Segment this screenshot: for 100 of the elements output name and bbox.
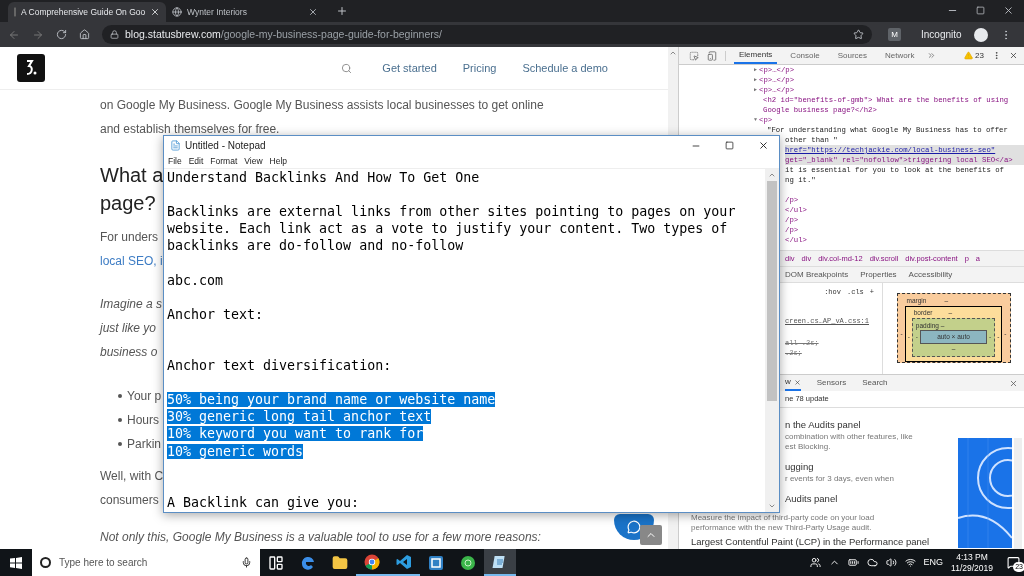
body-text: consumers xyxy=(100,492,159,509)
close-icon[interactable] xyxy=(758,140,769,151)
drawer-tab[interactable]: Search xyxy=(862,375,888,391)
inspect-icon[interactable] xyxy=(689,50,699,61)
feature-description: est Blocking. xyxy=(785,442,831,452)
logo-icon[interactable] xyxy=(17,54,45,82)
edge-icon[interactable] xyxy=(300,554,316,571)
sidebar-tab[interactable]: Properties xyxy=(860,268,897,281)
maximize-icon[interactable] xyxy=(725,141,734,150)
browser-tab[interactable]: Wynter Interiors xyxy=(166,2,324,22)
taskbar-search-field[interactable]: Type here to search xyxy=(59,555,233,570)
devtools-tab[interactable]: Network xyxy=(880,47,920,64)
scroll-up-icon[interactable] xyxy=(669,49,677,57)
drawer-tab[interactable]: Sensors xyxy=(816,375,847,391)
device-icon[interactable] xyxy=(707,50,717,61)
menu-item[interactable]: Format xyxy=(210,155,238,168)
close-icon[interactable] xyxy=(1003,5,1014,16)
warning-icon xyxy=(964,51,974,60)
scrollbar[interactable] xyxy=(1014,438,1022,549)
wifi-icon[interactable] xyxy=(904,557,916,568)
list-item-text: Parkin xyxy=(127,436,161,453)
menu-icon[interactable] xyxy=(992,51,1001,60)
microphone-icon[interactable] xyxy=(241,557,252,568)
tab-title: Wynter Interiors xyxy=(187,5,248,19)
bullet-icon xyxy=(118,442,122,446)
browser-tab[interactable]: A Comprehensive Guide On Goo xyxy=(8,2,166,22)
body-text: For unders xyxy=(100,229,159,246)
scroll-down-icon[interactable] xyxy=(768,502,776,510)
taskbar-app[interactable] xyxy=(484,549,516,576)
feature-title[interactable]: Audits panel xyxy=(785,492,958,506)
clock-time[interactable]: 4:13 PM xyxy=(956,551,988,563)
search-icon xyxy=(40,557,51,568)
windows-start-icon[interactable] xyxy=(10,556,22,569)
devtools-tab[interactable]: Console xyxy=(785,47,825,64)
list-item-text: Your p xyxy=(127,388,162,405)
body-text: Well, with C xyxy=(100,468,164,485)
tab-title: A Comprehensive Guide On Goo xyxy=(21,5,146,19)
body-text: and establish themselves for free. xyxy=(100,121,280,138)
nav-link[interactable]: Get started xyxy=(382,59,437,77)
feature-title[interactable]: n the Audits panel xyxy=(785,418,958,432)
extension-button[interactable]: M xyxy=(888,28,901,41)
app-icon[interactable] xyxy=(428,554,444,571)
close-icon[interactable] xyxy=(1009,51,1018,60)
devtools-tab[interactable]: Elements xyxy=(734,47,778,64)
search-icon[interactable] xyxy=(341,62,353,74)
url-text: blog.statusbrew.com/google-my-business-page-guide-for-beginners/ xyxy=(125,26,442,42)
home-icon[interactable] xyxy=(79,29,90,40)
feature-description: Measure the impact of third-party code on your load xyxy=(691,513,875,523)
menu-item[interactable]: Help xyxy=(269,155,288,168)
battery-icon[interactable] xyxy=(847,557,859,568)
cloud-icon[interactable] xyxy=(866,557,878,568)
feature-description: performance with the new Third-Party Usage audit. xyxy=(691,523,872,533)
folder-icon[interactable] xyxy=(332,554,348,571)
taskbar-search-box[interactable]: Type here to search xyxy=(32,549,260,576)
incognito-label: Incognito xyxy=(921,28,962,42)
devtools-tab[interactable]: Sources xyxy=(832,47,873,64)
menu-item[interactable]: Edit xyxy=(188,155,204,168)
bullet-icon xyxy=(118,418,122,422)
menu-item[interactable]: View xyxy=(244,155,263,168)
people-icon[interactable] xyxy=(809,557,821,568)
code-editor-icon[interactable] xyxy=(396,553,412,570)
close-icon[interactable] xyxy=(308,7,318,17)
address-field[interactable]: blog.statusbrew.com/google-my-business-page-guide-for-beginners/ xyxy=(102,25,872,44)
feature-description: combination with other features, like xyxy=(785,432,913,442)
clock-date[interactable]: 11/29/2019 xyxy=(951,562,993,574)
italic-text: Imagine a s xyxy=(100,296,163,313)
avatar-icon[interactable] xyxy=(973,27,988,42)
scrollbar[interactable] xyxy=(765,169,779,512)
bookmark-star-icon[interactable] xyxy=(853,29,864,40)
chat-icon xyxy=(627,520,641,534)
italic-text: just like yo xyxy=(100,320,157,337)
text-link[interactable]: local SEO, i xyxy=(100,249,163,273)
notepad-icon[interactable] xyxy=(492,553,508,570)
italic-text: business o xyxy=(100,344,158,361)
list-item-text: Hours xyxy=(127,412,159,429)
new-tab-icon[interactable] xyxy=(336,5,348,17)
italic-text: Not only this, Google My Business is a valuable tool to use for a few more reasons: xyxy=(100,531,541,544)
heading-text: What a xyxy=(100,163,164,188)
bullet-icon xyxy=(118,394,122,398)
feature-description: r events for 3 days, even when xyxy=(785,474,894,484)
volume-icon[interactable] xyxy=(885,557,897,568)
nav-link[interactable]: Schedule a demo xyxy=(522,59,608,77)
sidebar-tab[interactable]: Accessibility xyxy=(908,268,953,281)
globe-icon[interactable] xyxy=(460,554,476,571)
close-icon[interactable] xyxy=(150,7,161,17)
chrome-icon[interactable] xyxy=(364,553,380,570)
task-view-icon[interactable] xyxy=(268,554,284,571)
nav-link[interactable]: Pricing xyxy=(462,59,497,77)
drawer-tab[interactable]: w xyxy=(785,375,801,391)
lock-icon xyxy=(110,30,119,39)
notepad-icon xyxy=(170,140,181,151)
language-indicator[interactable]: ENG xyxy=(923,555,944,570)
warning-count[interactable]: 23 xyxy=(975,49,984,62)
feature-title[interactable]: ugging xyxy=(785,460,958,474)
menu-item[interactable]: File xyxy=(168,155,182,168)
globe-icon xyxy=(172,7,182,17)
sidebar-tab[interactable]: DOM Breakpoints xyxy=(785,268,849,281)
scroll-up-icon[interactable] xyxy=(768,171,776,179)
reload-icon[interactable] xyxy=(56,29,67,40)
feature-title[interactable]: Largest Contentful Paint (LCP) in the Performance panel xyxy=(691,535,958,549)
